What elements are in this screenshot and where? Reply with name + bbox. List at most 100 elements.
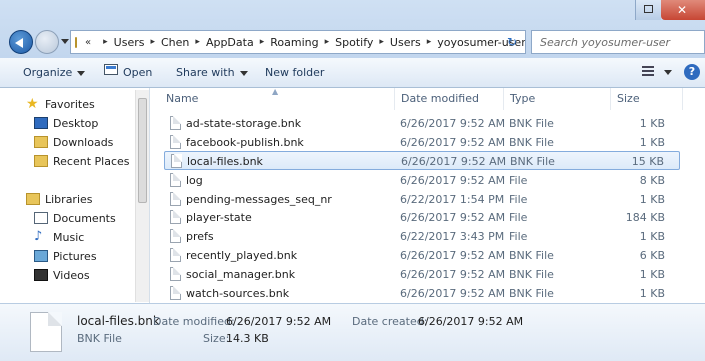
open-icon [104, 64, 118, 75]
file-icon [170, 248, 181, 262]
file-name: facebook-publish.bnk [186, 136, 304, 149]
nav-item-videos[interactable]: Videos [34, 266, 90, 284]
table-row[interactable]: social_manager.bnk 6/26/2017 9:52 AM BNK… [164, 265, 680, 284]
column-divider[interactable] [610, 88, 611, 110]
videos-icon [34, 269, 48, 281]
nav-item-libraries[interactable]: Libraries [26, 190, 93, 208]
breadcrumb-item[interactable]: Roaming [270, 36, 318, 49]
file-size: 1 KB [639, 268, 665, 281]
breadcrumb-item[interactable]: Spotify [335, 36, 373, 49]
breadcrumb-item[interactable]: AppData [206, 36, 254, 49]
address-bar[interactable]: « ▸ Users ▸ Chen ▸ AppData ▸ Roaming ▸ S… [70, 30, 526, 54]
size-value: 14.3 KB [226, 332, 269, 345]
file-size: 1 KB [639, 117, 665, 130]
file-date: 6/26/2017 9:52 AM [401, 155, 507, 168]
folder-icon [75, 36, 77, 48]
recent-pages-dropdown-icon[interactable] [61, 39, 69, 44]
file-type: BNK File [509, 117, 554, 130]
table-row-selected[interactable]: local-files.bnk 6/26/2017 9:52 AM BNK Fi… [164, 151, 680, 170]
open-button[interactable]: Open [123, 66, 152, 79]
breadcrumb-overflow[interactable]: « [85, 37, 91, 48]
column-divider[interactable] [394, 88, 395, 110]
chevron-right-icon[interactable]: ▸ [325, 37, 330, 47]
breadcrumb: ▸ Users ▸ Chen ▸ AppData ▸ Roaming ▸ Spo… [97, 36, 525, 49]
nav-item-music[interactable]: ♪ Music [34, 228, 84, 246]
nav-item-downloads[interactable]: Downloads [34, 133, 113, 151]
nav-item-pictures[interactable]: Pictures [34, 247, 97, 265]
documents-icon [34, 212, 48, 224]
date-modified-value: 6/26/2017 9:52 AM [226, 315, 332, 328]
file-name: local-files.bnk [187, 155, 263, 168]
file-size: 6 KB [639, 249, 665, 262]
chevron-down-icon [77, 70, 86, 76]
table-row[interactable]: pending-messages_seq_nr 6/22/2017 1:54 P… [164, 190, 680, 209]
breadcrumb-item[interactable]: Chen [161, 36, 189, 49]
chevron-right-icon[interactable]: ▸ [195, 37, 200, 47]
chevron-right-icon[interactable]: ▸ [150, 37, 155, 47]
file-icon [171, 154, 182, 168]
breadcrumb-item[interactable]: Users [114, 36, 145, 49]
close-icon: ✕ [677, 3, 688, 17]
chevron-right-icon[interactable]: ▸ [427, 37, 432, 47]
restore-button[interactable] [635, 0, 661, 20]
chevron-down-icon[interactable] [664, 70, 672, 75]
refresh-icon[interactable]: ↻ [507, 35, 521, 49]
nav-item-label: Downloads [53, 135, 114, 149]
table-row[interactable]: recently_played.bnk 6/26/2017 9:52 AM BN… [164, 246, 680, 265]
scrollbar-thumb[interactable] [138, 98, 147, 203]
column-header-type[interactable]: Type [510, 88, 535, 110]
file-type: BNK File [509, 136, 554, 149]
file-name: recently_played.bnk [186, 249, 298, 262]
nav-item-label: Videos [53, 268, 90, 282]
organize-button[interactable]: Organize [23, 66, 86, 79]
nav-item-desktop[interactable]: Desktop [34, 114, 98, 132]
forward-button[interactable] [35, 30, 59, 54]
column-header-size[interactable]: Size [617, 88, 640, 110]
navigation-scrollbar[interactable] [135, 90, 149, 302]
file-type: BNK File [509, 249, 554, 262]
column-header-name[interactable]: Name [166, 88, 198, 110]
table-row[interactable]: ad-state-storage.bnk 6/26/2017 9:52 AM B… [164, 114, 680, 133]
nav-item-label: Documents [53, 211, 116, 225]
file-type: BNK File [510, 155, 555, 168]
restore-icon [644, 5, 653, 13]
column-divider[interactable] [682, 88, 683, 110]
column-header-date[interactable]: Date modified [401, 88, 479, 110]
file-name: log [186, 174, 203, 187]
table-row[interactable]: prefs 6/22/2017 3:43 PM File 1 KB [164, 227, 680, 246]
table-row[interactable]: watch-sources.bnk 6/26/2017 9:52 AM BNK … [164, 284, 680, 303]
chevron-right-icon[interactable]: ▸ [260, 37, 265, 47]
table-row[interactable]: facebook-publish.bnk 6/26/2017 9:52 AM B… [164, 133, 680, 152]
column-divider[interactable] [503, 88, 504, 110]
file-size: 184 KB [625, 211, 665, 224]
help-icon[interactable]: ? [684, 64, 700, 80]
nav-item-label: Music [53, 230, 85, 244]
nav-item-documents[interactable]: Documents [34, 209, 116, 227]
libraries-icon [26, 193, 40, 205]
view-options-icon[interactable] [642, 66, 654, 77]
chevron-right-icon[interactable]: ▸ [379, 37, 384, 47]
share-with-label: Share with [176, 66, 235, 79]
breadcrumb-item[interactable]: Users [390, 36, 421, 49]
new-folder-button[interactable]: New folder [265, 66, 324, 79]
file-date: 6/26/2017 9:52 AM [400, 268, 506, 281]
file-date: 6/26/2017 9:52 AM [400, 211, 506, 224]
star-icon: ★ [26, 96, 39, 112]
search-input[interactable]: Search yoyosumer-user [531, 30, 705, 54]
file-icon [170, 267, 181, 281]
file-name: prefs [186, 230, 214, 243]
file-size: 1 KB [639, 136, 665, 149]
file-size: 1 KB [639, 287, 665, 300]
file-icon [170, 210, 181, 224]
table-row[interactable]: player-state 6/26/2017 9:52 AM File 184 … [164, 208, 680, 227]
close-button[interactable]: ✕ [661, 0, 705, 20]
file-type: BNK File [509, 287, 554, 300]
nav-item-favorites[interactable]: ★ Favorites [26, 95, 95, 113]
file-icon [170, 135, 181, 149]
back-button[interactable] [9, 30, 33, 54]
nav-item-label: Pictures [53, 249, 97, 263]
share-with-button[interactable]: Share with [176, 66, 248, 79]
table-row[interactable]: log 6/26/2017 9:52 AM File 8 KB [164, 171, 680, 190]
search-placeholder: Search yoyosumer-user [540, 36, 671, 49]
nav-item-recent-places[interactable]: Recent Places [34, 152, 130, 170]
